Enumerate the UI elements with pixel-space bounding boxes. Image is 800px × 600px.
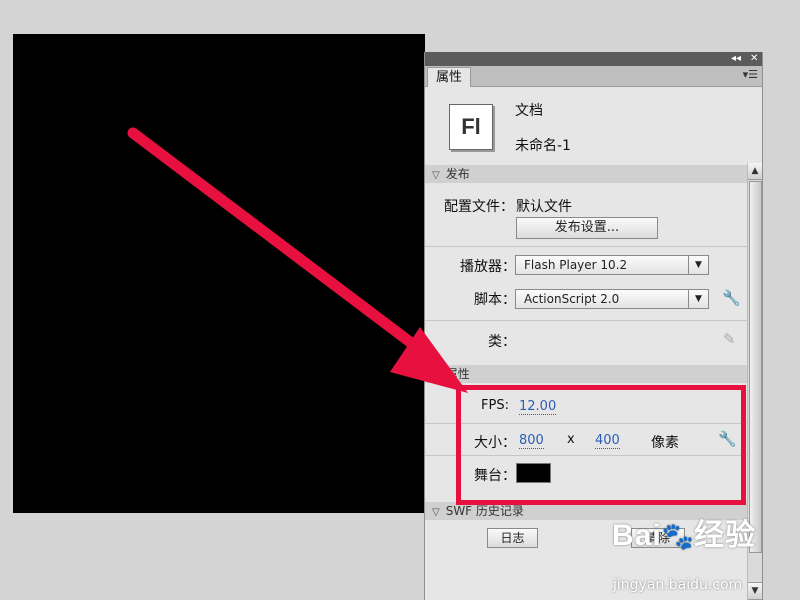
annotation-highlight-box [456,385,746,505]
arrow-shaft [127,127,416,348]
watermark-url: jingyan.baidu.com [613,577,743,593]
paw-icon: 🐾 [661,521,695,551]
watermark-logo-suffix: 经验 [694,519,757,552]
watermark-logo: Bai [612,519,662,552]
baidu-watermark: Bai🐾经验 [612,510,756,554]
